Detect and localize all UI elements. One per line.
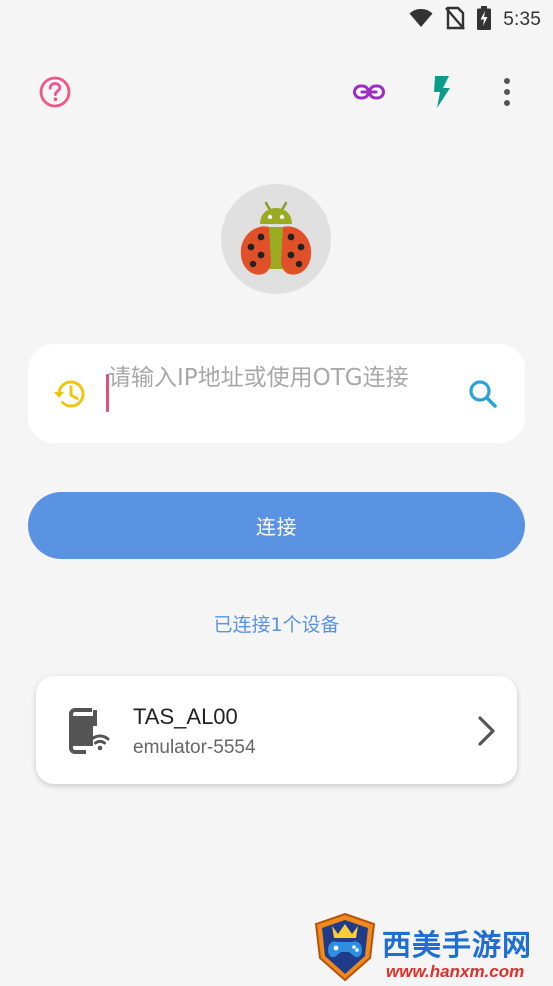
wifi-icon xyxy=(409,7,433,33)
device-serial: emulator-5554 xyxy=(133,737,256,758)
connected-devices-status[interactable]: 已连接1个设备 xyxy=(0,610,553,637)
device-list-item[interactable]: TAS_AL00 emulator-5554 xyxy=(36,676,517,784)
watermark-badge-icon xyxy=(312,912,378,982)
help-button[interactable] xyxy=(33,70,77,114)
flash-icon xyxy=(434,76,450,108)
watermark: 西美手游网 www.hanxm.com xyxy=(312,908,553,983)
flash-button[interactable] xyxy=(420,70,464,114)
link-button[interactable] xyxy=(347,70,391,114)
status-time: 5:35 xyxy=(503,9,541,30)
search-button[interactable] xyxy=(464,375,502,413)
address-input-card: 请输入IP地址或使用OTG连接 xyxy=(28,344,525,443)
status-icons: 5:35 xyxy=(409,6,541,34)
status-bar: 5:35 xyxy=(0,0,553,38)
address-input[interactable]: 请输入IP地址或使用OTG连接 xyxy=(108,363,440,394)
more-vert-icon xyxy=(504,78,510,106)
phone-wifi-icon xyxy=(66,706,116,756)
chevron-right-icon xyxy=(472,714,500,748)
app-logo xyxy=(221,184,331,294)
no-sim-icon xyxy=(445,6,466,34)
battery-charging-icon xyxy=(477,6,492,34)
more-options-button[interactable] xyxy=(485,70,529,114)
history-button[interactable] xyxy=(52,376,88,412)
app-bar xyxy=(0,68,553,118)
watermark-url: www.hanxm.com xyxy=(386,962,525,981)
ladybug-android-icon xyxy=(240,201,312,275)
history-icon xyxy=(54,380,85,408)
watermark-title: 西美手游网 xyxy=(382,928,533,962)
search-icon xyxy=(469,380,497,408)
connect-button[interactable]: 连接 xyxy=(28,492,525,559)
device-name: TAS_AL00 xyxy=(133,704,238,729)
link-icon xyxy=(353,84,385,100)
help-icon xyxy=(39,76,71,108)
